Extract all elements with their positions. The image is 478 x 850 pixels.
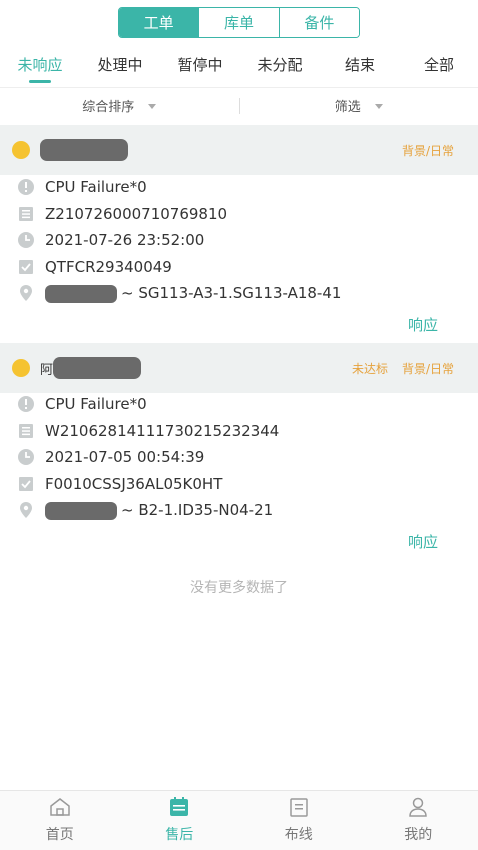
checklist-icon bbox=[17, 258, 35, 276]
bottom-navigation: 首页 售后 布线 我的 bbox=[0, 790, 478, 850]
tab-finished[interactable]: 结束 bbox=[320, 50, 400, 86]
list-icon bbox=[17, 205, 35, 223]
tab-paused[interactable]: 暂停中 bbox=[160, 50, 240, 86]
order-number-row: Z210726000710769810 bbox=[0, 201, 478, 228]
nav-after-sales[interactable]: 售后 bbox=[120, 791, 240, 850]
status-dot bbox=[12, 141, 30, 159]
segment-spare-parts[interactable]: 备件 bbox=[278, 8, 359, 37]
location-row: ~ B2-1.ID35-N04-21 bbox=[0, 497, 478, 524]
sort-dropdown[interactable]: 综合排序 bbox=[0, 96, 239, 115]
nav-home[interactable]: 首页 bbox=[0, 791, 120, 850]
serial-row: QTFCR29340049 bbox=[0, 254, 478, 281]
redacted-location bbox=[45, 501, 117, 520]
tab-unassigned[interactable]: 未分配 bbox=[240, 50, 320, 86]
location-pin-icon bbox=[17, 284, 35, 302]
clock-icon bbox=[17, 231, 35, 249]
order-number-row: W21062814111730215232344 bbox=[0, 418, 478, 445]
time-row: 2021-07-05 00:54:39 bbox=[0, 444, 478, 471]
tag-list: 未达标 背景/日常 bbox=[352, 360, 454, 377]
time-row: 2021-07-26 23:52:00 bbox=[0, 227, 478, 254]
sort-filter-bar: 综合排序 筛选 bbox=[0, 87, 478, 123]
tab-all[interactable]: 全部 bbox=[400, 50, 478, 86]
tab-unresponded[interactable]: 未响应 bbox=[0, 50, 80, 86]
profile-icon bbox=[407, 797, 429, 821]
tag: 背景/日常 bbox=[401, 361, 454, 376]
serial-row: F0010CSSJ36AL05K0HT bbox=[0, 471, 478, 498]
redacted-name bbox=[53, 357, 142, 379]
active-tab-indicator bbox=[29, 80, 51, 83]
order-type-switch: 工单 库单 备件 bbox=[118, 7, 360, 38]
order-card-header[interactable]: 阿 未达标 背景/日常 bbox=[0, 343, 478, 393]
alert-icon bbox=[17, 395, 35, 413]
status-dot bbox=[12, 359, 30, 377]
no-more-data-hint: 没有更多数据了 bbox=[190, 580, 288, 596]
tag-list: 背景/日常 bbox=[402, 142, 454, 159]
caret-down-icon bbox=[374, 104, 383, 109]
wiring-icon bbox=[288, 797, 310, 821]
nav-profile[interactable]: 我的 bbox=[359, 791, 478, 850]
checklist-icon bbox=[17, 475, 35, 493]
order-card-body: CPU Failure*0 W21062814111730215232344 2… bbox=[0, 391, 478, 524]
filter-dropdown[interactable]: 筛选 bbox=[240, 96, 478, 115]
list-icon bbox=[17, 422, 35, 440]
nav-wiring[interactable]: 布线 bbox=[239, 791, 359, 850]
after-sales-icon bbox=[168, 797, 190, 821]
respond-button[interactable]: 响应 bbox=[408, 314, 438, 335]
fault-row: CPU Failure*0 bbox=[0, 391, 478, 418]
location-row: ~ SG113-A3-1.SG113-A18-41 bbox=[0, 280, 478, 307]
customer-name-prefix: 阿 bbox=[40, 362, 54, 378]
home-icon bbox=[49, 797, 71, 821]
order-card-body: CPU Failure*0 Z210726000710769810 2021-0… bbox=[0, 174, 478, 307]
segment-stock-order[interactable]: 库单 bbox=[198, 8, 279, 37]
order-card-header[interactable]: 背景/日常 bbox=[0, 125, 478, 175]
redacted-name bbox=[40, 139, 128, 161]
redacted-location bbox=[45, 284, 117, 303]
segment-work-order[interactable]: 工单 bbox=[119, 8, 199, 37]
clock-icon bbox=[17, 448, 35, 466]
tab-processing[interactable]: 处理中 bbox=[80, 50, 160, 86]
tag: 未达标 bbox=[351, 361, 388, 376]
fault-row: CPU Failure*0 bbox=[0, 174, 478, 201]
caret-down-icon bbox=[148, 104, 157, 109]
respond-button[interactable]: 响应 bbox=[408, 531, 438, 552]
location-pin-icon bbox=[17, 501, 35, 519]
status-tabs: 未响应 处理中 暂停中 未分配 结束 全部 bbox=[0, 50, 478, 86]
tag: 背景/日常 bbox=[401, 143, 454, 158]
alert-icon bbox=[17, 178, 35, 196]
